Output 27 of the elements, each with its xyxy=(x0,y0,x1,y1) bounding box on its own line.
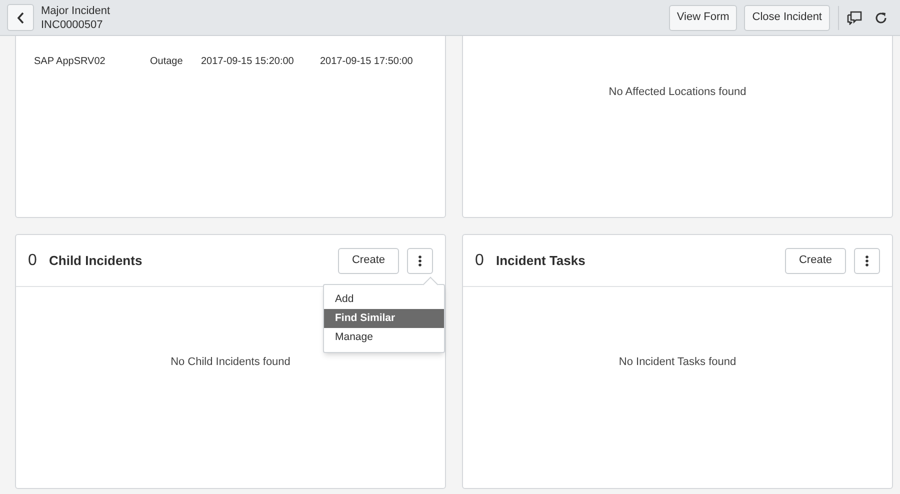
record-count: 0 xyxy=(475,250,485,270)
more-icon xyxy=(865,254,869,266)
empty-message: No Child Incidents found xyxy=(170,355,290,370)
menu-item[interactable]: Add xyxy=(324,290,444,309)
panel-title: Child Incidents xyxy=(49,252,142,270)
table-cell-text: 2017-09-15 15:20:00 xyxy=(201,54,295,68)
header-button[interactable]: View Form xyxy=(668,4,738,30)
menu-item[interactable]: Manage xyxy=(324,328,444,347)
record-count: 0 xyxy=(28,250,38,270)
back-icon xyxy=(16,12,24,24)
table-cell-text: 2017-09-15 17:50:00 xyxy=(320,54,414,68)
empty-message: No Affected Locations found xyxy=(608,84,746,100)
refresh-icon[interactable] xyxy=(874,10,888,24)
more-button[interactable] xyxy=(854,248,880,274)
more-icon xyxy=(418,254,422,266)
back-button[interactable] xyxy=(7,4,34,31)
create-button[interactable]: Create xyxy=(338,248,399,274)
header-button[interactable]: Close Incident xyxy=(744,4,830,30)
panel-title: Incident Tasks xyxy=(496,252,586,270)
table-cell-text: SAP AppSRV02 xyxy=(34,54,106,68)
create-button[interactable]: Create xyxy=(785,248,846,274)
empty-message: No Incident Tasks found xyxy=(618,355,736,370)
page-title: Major Incident xyxy=(41,4,110,18)
incident-number: INC0000507 xyxy=(41,18,104,32)
table-cell-text: Outage xyxy=(150,54,184,68)
menu-item[interactable]: Find Similar xyxy=(324,309,444,328)
more-button[interactable] xyxy=(407,248,433,274)
